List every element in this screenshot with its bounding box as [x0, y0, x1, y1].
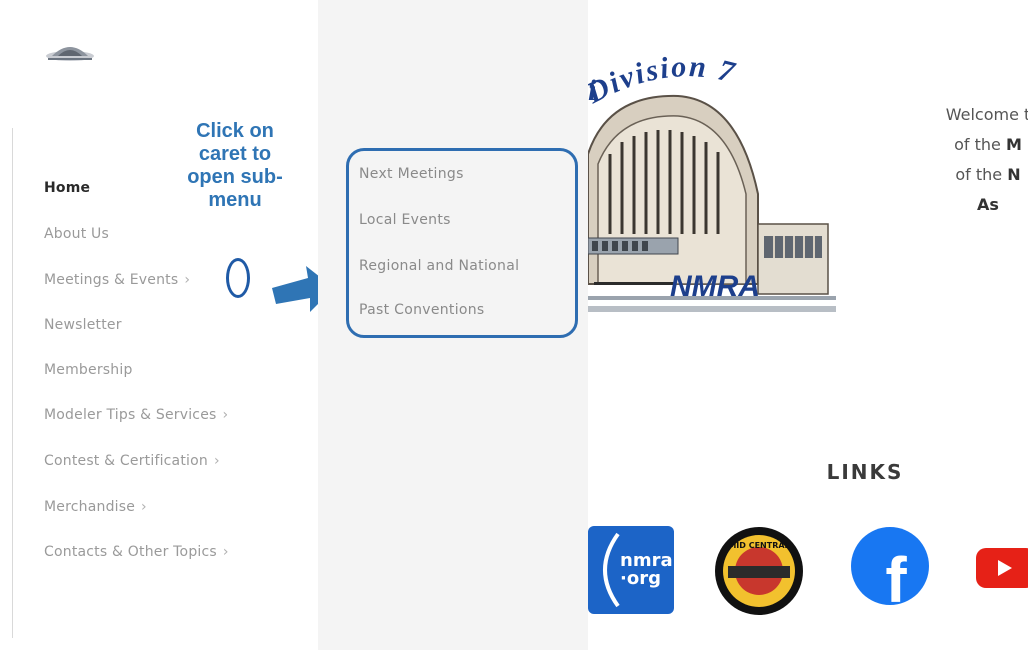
division-7-logo: Division 7 i NMRA [588, 50, 836, 312]
nav-item-label: Merchandise [44, 499, 136, 515]
nmra-org-icon[interactable]: nmra ·org [588, 526, 674, 614]
nav-item-label: Membership [44, 362, 133, 378]
mid-central-text: MID CENTRAL [728, 541, 789, 550]
facebook-glyph: f [885, 544, 907, 606]
welcome-line-3-text: of the [955, 165, 1008, 184]
instruction-callout: Click on caret to open sub- menu [160, 120, 310, 212]
links-heading: LINKS [826, 460, 904, 484]
nav-item-label: Contest & Certification [44, 453, 208, 469]
callout-line: menu [208, 189, 262, 211]
nav-item-meetings-events[interactable]: Meetings & Events › [44, 268, 190, 292]
caret-right-icon[interactable]: › [223, 544, 229, 560]
welcome-line-4: As [878, 190, 1028, 220]
facebook-icon[interactable]: f [850, 526, 930, 606]
submenu-item-past-conventions[interactable]: Past Conventions [359, 299, 485, 321]
callout-line: open sub- [187, 166, 283, 188]
nav-item-label: Home [44, 180, 91, 196]
nav-item-merchandise[interactable]: Merchandise › [44, 495, 147, 519]
submenu-item-regional-and-national[interactable]: Regional and National [359, 255, 519, 277]
mid-central-region-icon[interactable]: MID CENTRAL [714, 526, 804, 616]
welcome-text: Welcome t of the M of the N As [878, 100, 1028, 220]
youtube-icon[interactable] [976, 548, 1028, 588]
nav-item-label: Meetings & Events [44, 272, 179, 288]
nav-item-contest-certification[interactable]: Contest & Certification › [44, 449, 220, 473]
welcome-line-3-bold: N [1007, 165, 1021, 184]
nav-item-newsletter[interactable]: Newsletter [44, 313, 122, 337]
hero-nmra-text: NMRA [670, 270, 760, 303]
nav-item-modeler-tips-services[interactable]: Modeler Tips & Services › [44, 403, 228, 427]
caret-right-icon[interactable]: › [214, 453, 220, 469]
nav-item-about-us[interactable]: About Us [44, 222, 109, 246]
nav-item-home[interactable]: Home [44, 176, 90, 200]
site-logo-icon[interactable] [42, 36, 98, 66]
caret-right-icon[interactable]: › [184, 272, 190, 288]
welcome-line-3: of the N [878, 160, 1028, 190]
nmra-org-text-bottom: ·org [620, 568, 661, 589]
welcome-line-1: Welcome t [945, 105, 1028, 124]
welcome-line-2-bold: M [1005, 135, 1022, 154]
nav-item-label: About Us [44, 226, 109, 242]
submenu-item-local-events[interactable]: Local Events [359, 209, 451, 231]
submenu-item-next-meetings[interactable]: Next Meetings [359, 163, 464, 185]
nav-item-label: Modeler Tips & Services [44, 407, 217, 423]
caret-highlight-ring [226, 258, 250, 298]
callout-line: caret to [198, 143, 272, 165]
caret-right-icon[interactable]: › [223, 407, 229, 423]
svg-text:i: i [588, 74, 597, 107]
nav-item-label: Newsletter [44, 317, 122, 333]
nav-divider [12, 128, 13, 638]
callout-line: Click on [196, 120, 274, 142]
caret-right-icon[interactable]: › [141, 499, 147, 515]
welcome-line-2: of the M [878, 130, 1028, 160]
welcome-line-2-text: of the [954, 135, 1006, 154]
welcome-line-4-bold: As [977, 195, 999, 214]
nav-item-label: Contacts & Other Topics [44, 544, 217, 560]
nav-item-membership[interactable]: Membership [44, 358, 133, 382]
nav-item-contacts-other-topics[interactable]: Contacts & Other Topics › [44, 540, 229, 564]
